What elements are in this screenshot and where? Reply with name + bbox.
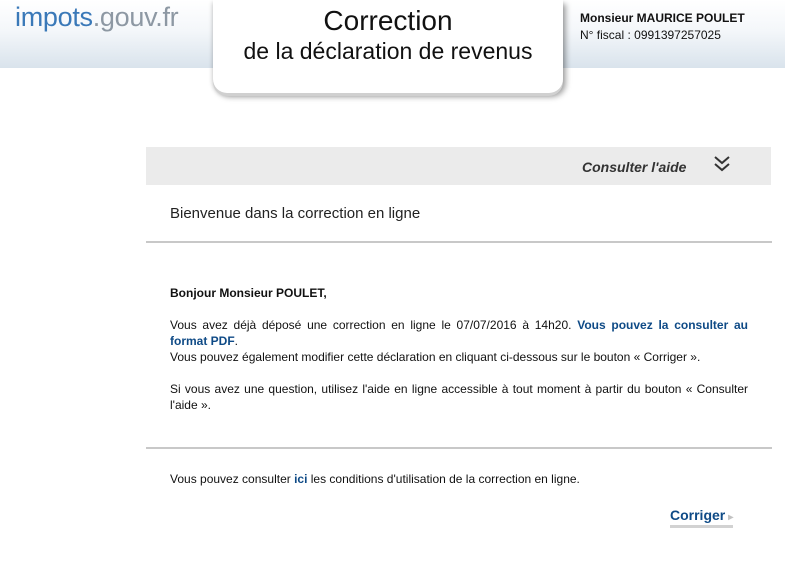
page-subtitle: de la déclaration de revenus xyxy=(243,38,533,64)
help-bar: Consulter l'aide xyxy=(146,147,771,185)
divider xyxy=(146,241,772,243)
divider xyxy=(146,447,772,449)
help-paragraph: Si vous avez une question, utilisez l'ai… xyxy=(170,382,748,412)
conditions-paragraph: Vous pouvez consulter ici les conditions… xyxy=(170,472,580,486)
taxpayer-info: Monsieur MAURICE POULET N° fiscal : 0991… xyxy=(580,10,745,44)
welcome-heading: Bienvenue dans la correction en ligne xyxy=(170,205,421,222)
previous-correction-paragraph: Vous avez déjà déposé une correction en … xyxy=(170,318,748,364)
corriger-button[interactable]: Corriger ▸ xyxy=(670,507,734,528)
consulter-aide-link[interactable]: Consulter l'aide xyxy=(582,159,686,175)
arrow-right-icon: ▸ xyxy=(728,512,734,523)
impots-gouv-logo[interactable]: impots.gouv.fr xyxy=(15,2,179,33)
taxpayer-name: Monsieur MAURICE POULET xyxy=(580,11,745,25)
greeting: Bonjour Monsieur POULET, xyxy=(170,286,327,300)
conditions-link[interactable]: ici xyxy=(294,472,307,486)
page-title: Correction xyxy=(323,5,453,36)
page-title-tab: Correction de la déclaration de revenus xyxy=(213,0,563,93)
corriger-label: Corriger xyxy=(670,507,726,523)
double-chevron-down-icon[interactable] xyxy=(712,154,732,174)
fiscal-number: N° fiscal : 0991397257025 xyxy=(580,28,721,42)
